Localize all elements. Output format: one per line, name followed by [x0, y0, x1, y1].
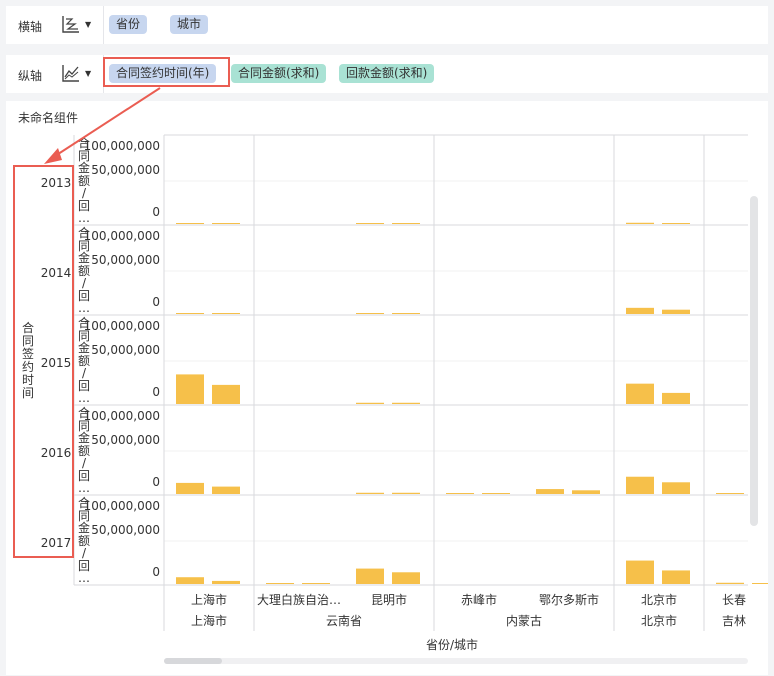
y-pill-payment-amount[interactable]: 回款金额(求和)	[339, 64, 435, 83]
bar	[356, 223, 384, 224]
bar	[212, 580, 240, 584]
highlight-box	[13, 165, 74, 558]
bar	[176, 313, 204, 314]
bar	[212, 313, 240, 314]
bar	[176, 223, 204, 224]
bar	[626, 383, 654, 404]
bar	[392, 223, 420, 224]
bar	[356, 492, 384, 494]
y-tick-label: 100,000,000	[83, 409, 160, 423]
bar	[356, 313, 384, 314]
vertical-scrollbar[interactable]	[750, 196, 758, 526]
y-tick-label: 0	[152, 475, 160, 489]
x-province-label: 吉林	[721, 614, 746, 628]
chevron-down-icon[interactable]: ▼	[85, 69, 91, 78]
x-province-label: 内蒙古	[505, 614, 542, 628]
x-pill-city[interactable]: 城市	[170, 15, 209, 34]
bar	[176, 482, 204, 494]
bar-chart	[73, 134, 768, 631]
y-axis-shelf-label: 纵轴	[18, 69, 43, 83]
bar	[626, 560, 654, 584]
y-tick-label: 100,000,000	[83, 139, 160, 153]
bar	[662, 570, 690, 584]
x-category-label: 昆明市	[370, 593, 407, 607]
bar	[356, 402, 384, 404]
bar	[572, 490, 600, 494]
bar	[626, 307, 654, 314]
chevron-down-icon[interactable]: ▼	[85, 20, 91, 29]
bar	[482, 493, 510, 494]
bar	[446, 493, 474, 494]
y-tick-label: 0	[152, 205, 160, 219]
y-pill-contract-amount[interactable]: 合同金额(求和)	[231, 64, 327, 83]
bar	[176, 577, 204, 584]
x-category-label: 长春	[721, 593, 746, 607]
x-pill-province[interactable]: 省份	[109, 15, 148, 34]
x-category-label: 大理白族自治…	[256, 593, 341, 607]
horizontal-scrollbar[interactable]	[164, 658, 222, 664]
scatter-chart-icon[interactable]	[62, 15, 80, 33]
bar	[716, 493, 744, 494]
x-province-label: 云南省	[325, 614, 362, 628]
bar	[392, 313, 420, 314]
bar	[392, 402, 420, 404]
bar	[662, 482, 690, 494]
y-tick-label: 100,000,000	[83, 229, 160, 243]
bar	[266, 583, 294, 584]
bar	[626, 476, 654, 494]
bar	[212, 486, 240, 494]
bar	[356, 568, 384, 584]
bar	[662, 223, 690, 224]
bar	[626, 222, 654, 224]
x-category-label: 鄂尔多斯市	[538, 593, 599, 607]
horizontal-scrollbar-track	[164, 658, 748, 664]
highlight-box	[103, 57, 230, 87]
x-category-label: 上海市	[190, 593, 227, 607]
bar	[392, 492, 420, 494]
y-tick-label: 50,000,000	[91, 343, 160, 357]
chart-panel: 未命名组件 2013 合 同 金 额 / 回 … 100,000,000 50,000…	[6, 101, 768, 675]
bar	[212, 223, 240, 224]
line-chart-icon[interactable]	[62, 64, 80, 82]
bar	[752, 583, 768, 584]
x-category-label: 赤峰市	[460, 593, 497, 607]
y-tick-label: 50,000,000	[91, 253, 160, 267]
x-province-label: 上海市	[190, 614, 227, 628]
bar	[716, 582, 744, 584]
bar	[662, 392, 690, 404]
bar	[536, 489, 564, 494]
y-tick-label: 0	[152, 295, 160, 309]
bar	[176, 374, 204, 404]
bar	[302, 583, 330, 584]
y-tick-label: 0	[152, 385, 160, 399]
y-axis-shelf: 纵轴 ▼ 合同签约时间(年) 合同金额(求和) 回款金额(求和)	[6, 55, 768, 93]
y-tick-label: 50,000,000	[91, 163, 160, 177]
x-axis-title: 省份/城市	[426, 638, 479, 652]
bar	[662, 309, 690, 314]
y-tick-label: 100,000,000	[83, 499, 160, 513]
bar	[212, 384, 240, 404]
y-tick-label: 50,000,000	[91, 523, 160, 537]
y-tick-label: 100,000,000	[83, 319, 160, 333]
y-tick-label: 50,000,000	[91, 433, 160, 447]
shelf-divider	[103, 6, 104, 44]
x-axis-shelf-label: 横轴	[18, 20, 43, 34]
y-tick-label: 0	[152, 565, 160, 579]
bar	[392, 572, 420, 584]
x-axis-shelf: 横轴 ▼ 省份 城市	[6, 6, 768, 44]
